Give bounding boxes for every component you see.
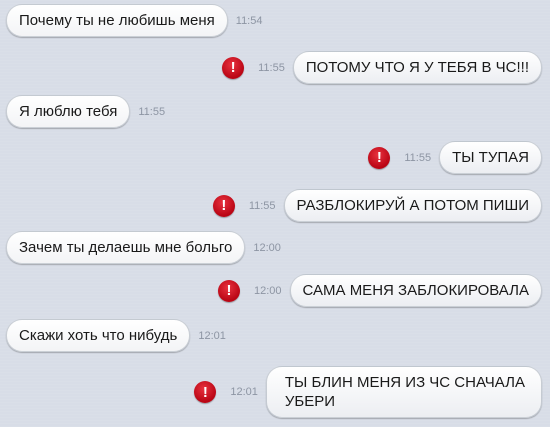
message-row: ! 11:55 ТЫ ТУПАЯ <box>368 141 542 174</box>
message-time: 12:01 <box>230 386 258 398</box>
message-row: ! 11:55 РАЗБЛОКИРУЙ А ПОТОМ ПИШИ <box>212 189 542 222</box>
message-time: 12:00 <box>253 284 282 297</box>
message-bubble-outgoing[interactable]: РАЗБЛОКИРУЙ А ПОТОМ ПИШИ <box>283 189 542 222</box>
message-bubble-incoming[interactable]: Я люблю тебя <box>6 95 131 128</box>
message-row: ! 12:01 ТЫ БЛИН МЕНЯ ИЗ ЧС СНАЧАЛА УБЕРИ <box>194 366 542 418</box>
message-time: 12:01 <box>198 329 226 342</box>
message-row: Я люблю тебя 11:55 <box>6 95 173 128</box>
send-error-icon[interactable]: ! <box>212 194 235 217</box>
message-row: ! 12:00 САМА МЕНЯ ЗАБЛОКИРОВАЛА <box>217 274 542 307</box>
message-bubble-outgoing[interactable]: САМА МЕНЯ ЗАБЛОКИРОВАЛА <box>289 274 542 307</box>
message-bubble-incoming[interactable]: Почему ты не любишь меня <box>6 4 228 37</box>
message-bubble-outgoing[interactable]: ТЫ ТУПАЯ <box>439 141 542 174</box>
message-time: 11:55 <box>258 61 285 74</box>
message-time: 11:54 <box>235 14 263 27</box>
message-time: 12:00 <box>253 241 281 254</box>
send-error-icon[interactable]: ! <box>222 56 245 79</box>
message-bubble-outgoing[interactable]: ТЫ БЛИН МЕНЯ ИЗ ЧС СНАЧАЛА УБЕРИ <box>265 366 542 418</box>
message-time: 11:55 <box>138 105 166 118</box>
message-row: Скажи хоть что нибудь 12:01 <box>6 319 234 352</box>
message-time: 11:55 <box>248 199 276 212</box>
send-error-icon[interactable]: ! <box>194 381 217 403</box>
message-bubble-incoming[interactable]: Зачем ты делаешь мне больго <box>6 231 246 264</box>
message-row: ! 11:55 ПОТОМУ ЧТО Я У ТЕБЯ В ЧС!!! <box>222 51 542 84</box>
send-error-icon[interactable]: ! <box>368 146 391 169</box>
message-bubble-incoming[interactable]: Скажи хоть что нибудь <box>6 319 191 352</box>
message-text-line: ТЫ БЛИН МЕНЯ ИЗ ЧС СНАЧАЛА <box>284 374 525 391</box>
message-text-line: УБЕРИ <box>284 393 336 410</box>
message-bubble-outgoing[interactable]: ПОТОМУ ЧТО Я У ТЕБЯ В ЧС!!! <box>292 51 542 84</box>
send-error-icon[interactable]: ! <box>217 279 240 302</box>
message-row: Почему ты не любишь меня 11:54 <box>6 4 270 37</box>
message-time: 11:55 <box>404 151 432 164</box>
message-row: Зачем ты делаешь мне больго 12:00 <box>6 231 289 264</box>
